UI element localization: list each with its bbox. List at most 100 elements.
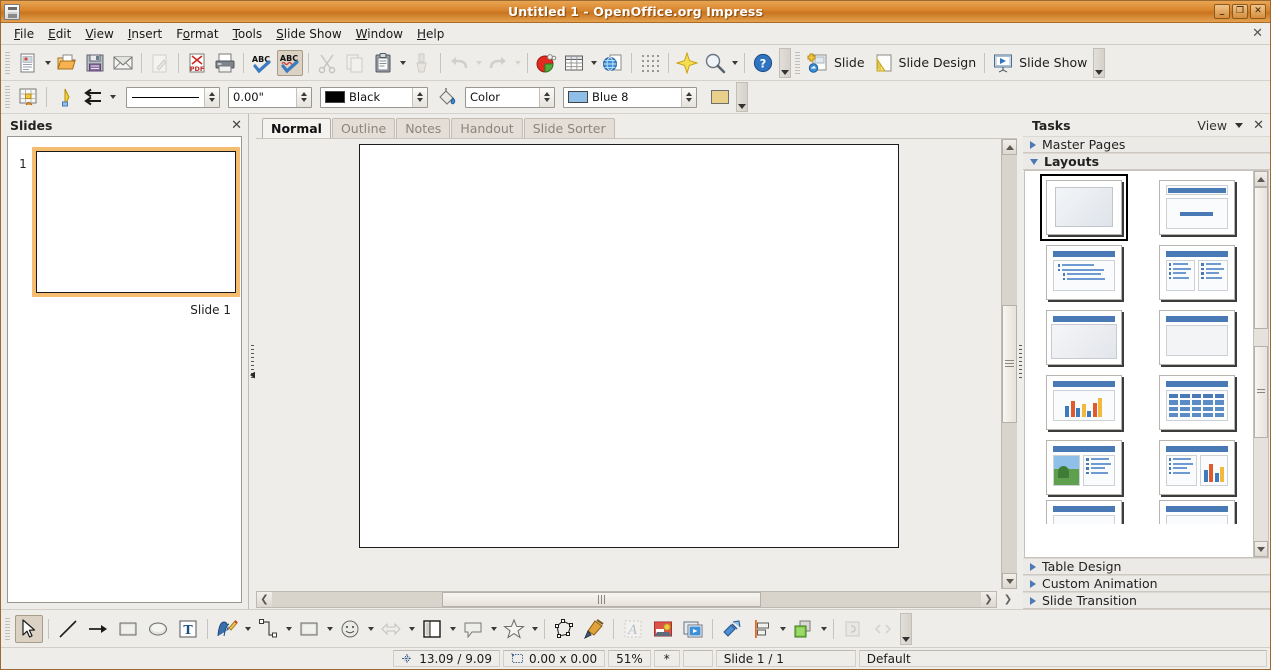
layouts-scroll-grip[interactable] [1254, 346, 1268, 438]
horizontal-scroll-thumb[interactable] [442, 592, 761, 607]
tab-notes[interactable]: Notes [396, 118, 450, 138]
line-toolbar-grip[interactable] [3, 86, 11, 108]
paste-dropdown-arrow[interactable] [397, 50, 408, 76]
arrow-style-icon[interactable] [80, 84, 106, 110]
layout-title-chart[interactable] [1046, 375, 1122, 430]
slide-canvas[interactable] [359, 144, 899, 548]
layout-title-content[interactable] [1159, 180, 1235, 235]
ellipse-icon[interactable] [144, 615, 172, 643]
section-layouts[interactable]: Layouts [1023, 153, 1270, 170]
line-style-spinner[interactable] [204, 88, 219, 107]
slide-show-label[interactable]: Slide Show [1017, 55, 1091, 70]
tab-slide-sorter[interactable]: Slide Sorter [524, 118, 615, 138]
layout-title-table[interactable] [1159, 375, 1235, 430]
print-icon[interactable] [212, 50, 238, 76]
points-icon[interactable] [550, 615, 578, 643]
horizontal-scroll-track[interactable] [272, 592, 981, 607]
maximize-button[interactable]: ❐ [1232, 4, 1248, 19]
menu-slide-show[interactable]: Slide Show [269, 25, 349, 43]
block-arrows-icon[interactable] [377, 615, 405, 643]
new-document-icon[interactable] [15, 50, 41, 76]
open-folder-icon[interactable] [54, 50, 80, 76]
fill-color-combo[interactable]: Blue 8 [563, 87, 697, 108]
line-icon[interactable] [54, 615, 82, 643]
callouts-icon[interactable] [459, 615, 487, 643]
arrow-style-dropdown-arrow[interactable] [107, 84, 118, 110]
menu-file[interactable]: FFileile [7, 25, 41, 43]
slide-thumbnail-selected[interactable] [32, 147, 240, 297]
menu-window[interactable]: Window [349, 25, 410, 43]
zoom-magnifier-icon[interactable] [702, 50, 728, 76]
menu-view[interactable]: View [78, 25, 120, 43]
scroll-right-arrow-icon[interactable]: ❯ [981, 592, 996, 607]
close-document-button[interactable]: ✕ [1252, 26, 1263, 41]
export-pdf-icon[interactable]: PDF [184, 50, 210, 76]
basic-shapes-dropdown-arrow[interactable] [324, 616, 335, 642]
layout-title-empty[interactable] [1159, 310, 1235, 365]
display-views-icon[interactable] [15, 84, 41, 110]
line-color-spinner[interactable] [412, 88, 427, 107]
paste-clipboard-icon[interactable] [370, 50, 396, 76]
new-slide-icon[interactable] [805, 50, 831, 76]
effects-star-icon[interactable] [674, 50, 700, 76]
menu-insert[interactable]: Insert [121, 25, 169, 43]
glue-points-icon[interactable] [580, 615, 608, 643]
drawing-toolbar-grip[interactable] [3, 618, 11, 640]
tab-normal[interactable]: Normal [262, 118, 331, 138]
alignment-dropdown-arrow[interactable] [777, 616, 788, 642]
block-arrows-dropdown-arrow[interactable] [406, 616, 417, 642]
connector-dropdown-arrow[interactable] [283, 616, 294, 642]
presentation-toolbar-grip[interactable] [793, 52, 801, 74]
slides-editor-splitter[interactable] [249, 114, 256, 609]
stars-dropdown-arrow[interactable] [529, 616, 540, 642]
new-dropdown-arrow[interactable] [42, 50, 53, 76]
line-style-arrow-icon[interactable] [52, 84, 78, 110]
rotate-icon[interactable] [718, 615, 746, 643]
vertical-scroll-thumb[interactable] [1002, 305, 1017, 422]
menu-format[interactable]: Format [169, 25, 225, 43]
stars-icon[interactable] [500, 615, 528, 643]
tab-handout[interactable]: Handout [451, 118, 522, 138]
layout-title-two-content[interactable] [1159, 245, 1235, 300]
layout-partial-b[interactable] [1159, 500, 1235, 524]
status-zoom[interactable]: 51% [608, 650, 651, 667]
minimize-button[interactable]: _ [1214, 4, 1230, 19]
line-width-spinner[interactable] [296, 88, 311, 107]
line-style-combo[interactable] [126, 87, 220, 108]
table-dropdown-arrow[interactable] [588, 50, 599, 76]
fill-type-combo[interactable]: Color [465, 87, 555, 108]
layouts-scroll-down-arrow-icon[interactable] [1254, 541, 1268, 557]
layout-title-clipart-bullets[interactable] [1046, 440, 1122, 495]
slides-panel-close-icon[interactable]: ✕ [231, 118, 242, 133]
slides-list[interactable]: 1 Slide 1 [7, 136, 242, 603]
close-button[interactable]: ✕ [1250, 4, 1266, 19]
display-grid-icon[interactable] [637, 50, 663, 76]
layout-title-bullets-chart[interactable] [1159, 440, 1235, 495]
line-with-arrow-icon[interactable] [84, 615, 112, 643]
save-floppy-icon[interactable] [82, 50, 108, 76]
drawing-toolbar-overflow[interactable] [900, 613, 912, 645]
symbol-shapes-dropdown-arrow[interactable] [365, 616, 376, 642]
curve-dropdown-arrow[interactable] [242, 616, 253, 642]
fill-color-spinner[interactable] [681, 88, 696, 107]
layouts-scroll-up-arrow-icon[interactable] [1254, 171, 1268, 187]
layout-title-bullets[interactable] [1046, 245, 1122, 300]
tab-outline[interactable]: Outline [332, 118, 395, 138]
menu-tools[interactable]: Tools [226, 25, 270, 43]
toolbar-grip[interactable] [3, 52, 11, 74]
line-toolbar-overflow[interactable] [736, 82, 748, 112]
layouts-scroll-thumb[interactable] [1254, 187, 1268, 329]
fontwork-icon[interactable]: A [619, 615, 647, 643]
callouts-dropdown-arrow[interactable] [488, 616, 499, 642]
flowchart-dropdown-arrow[interactable] [447, 616, 458, 642]
editor-horizontal-scrollbar[interactable]: ❮ ❯ [256, 591, 997, 608]
layout-title-only[interactable] [1046, 310, 1122, 365]
chevron-down-icon[interactable] [1235, 123, 1243, 128]
insert-media-icon[interactable] [679, 615, 707, 643]
layouts-vertical-scrollbar[interactable] [1253, 171, 1268, 557]
status-modified[interactable]: * [654, 650, 680, 667]
new-slide-label[interactable]: Slide [832, 55, 869, 70]
section-master-pages[interactable]: Master Pages [1023, 136, 1270, 153]
rectangle-icon[interactable] [114, 615, 142, 643]
hyperlink-globe-icon[interactable] [600, 50, 626, 76]
